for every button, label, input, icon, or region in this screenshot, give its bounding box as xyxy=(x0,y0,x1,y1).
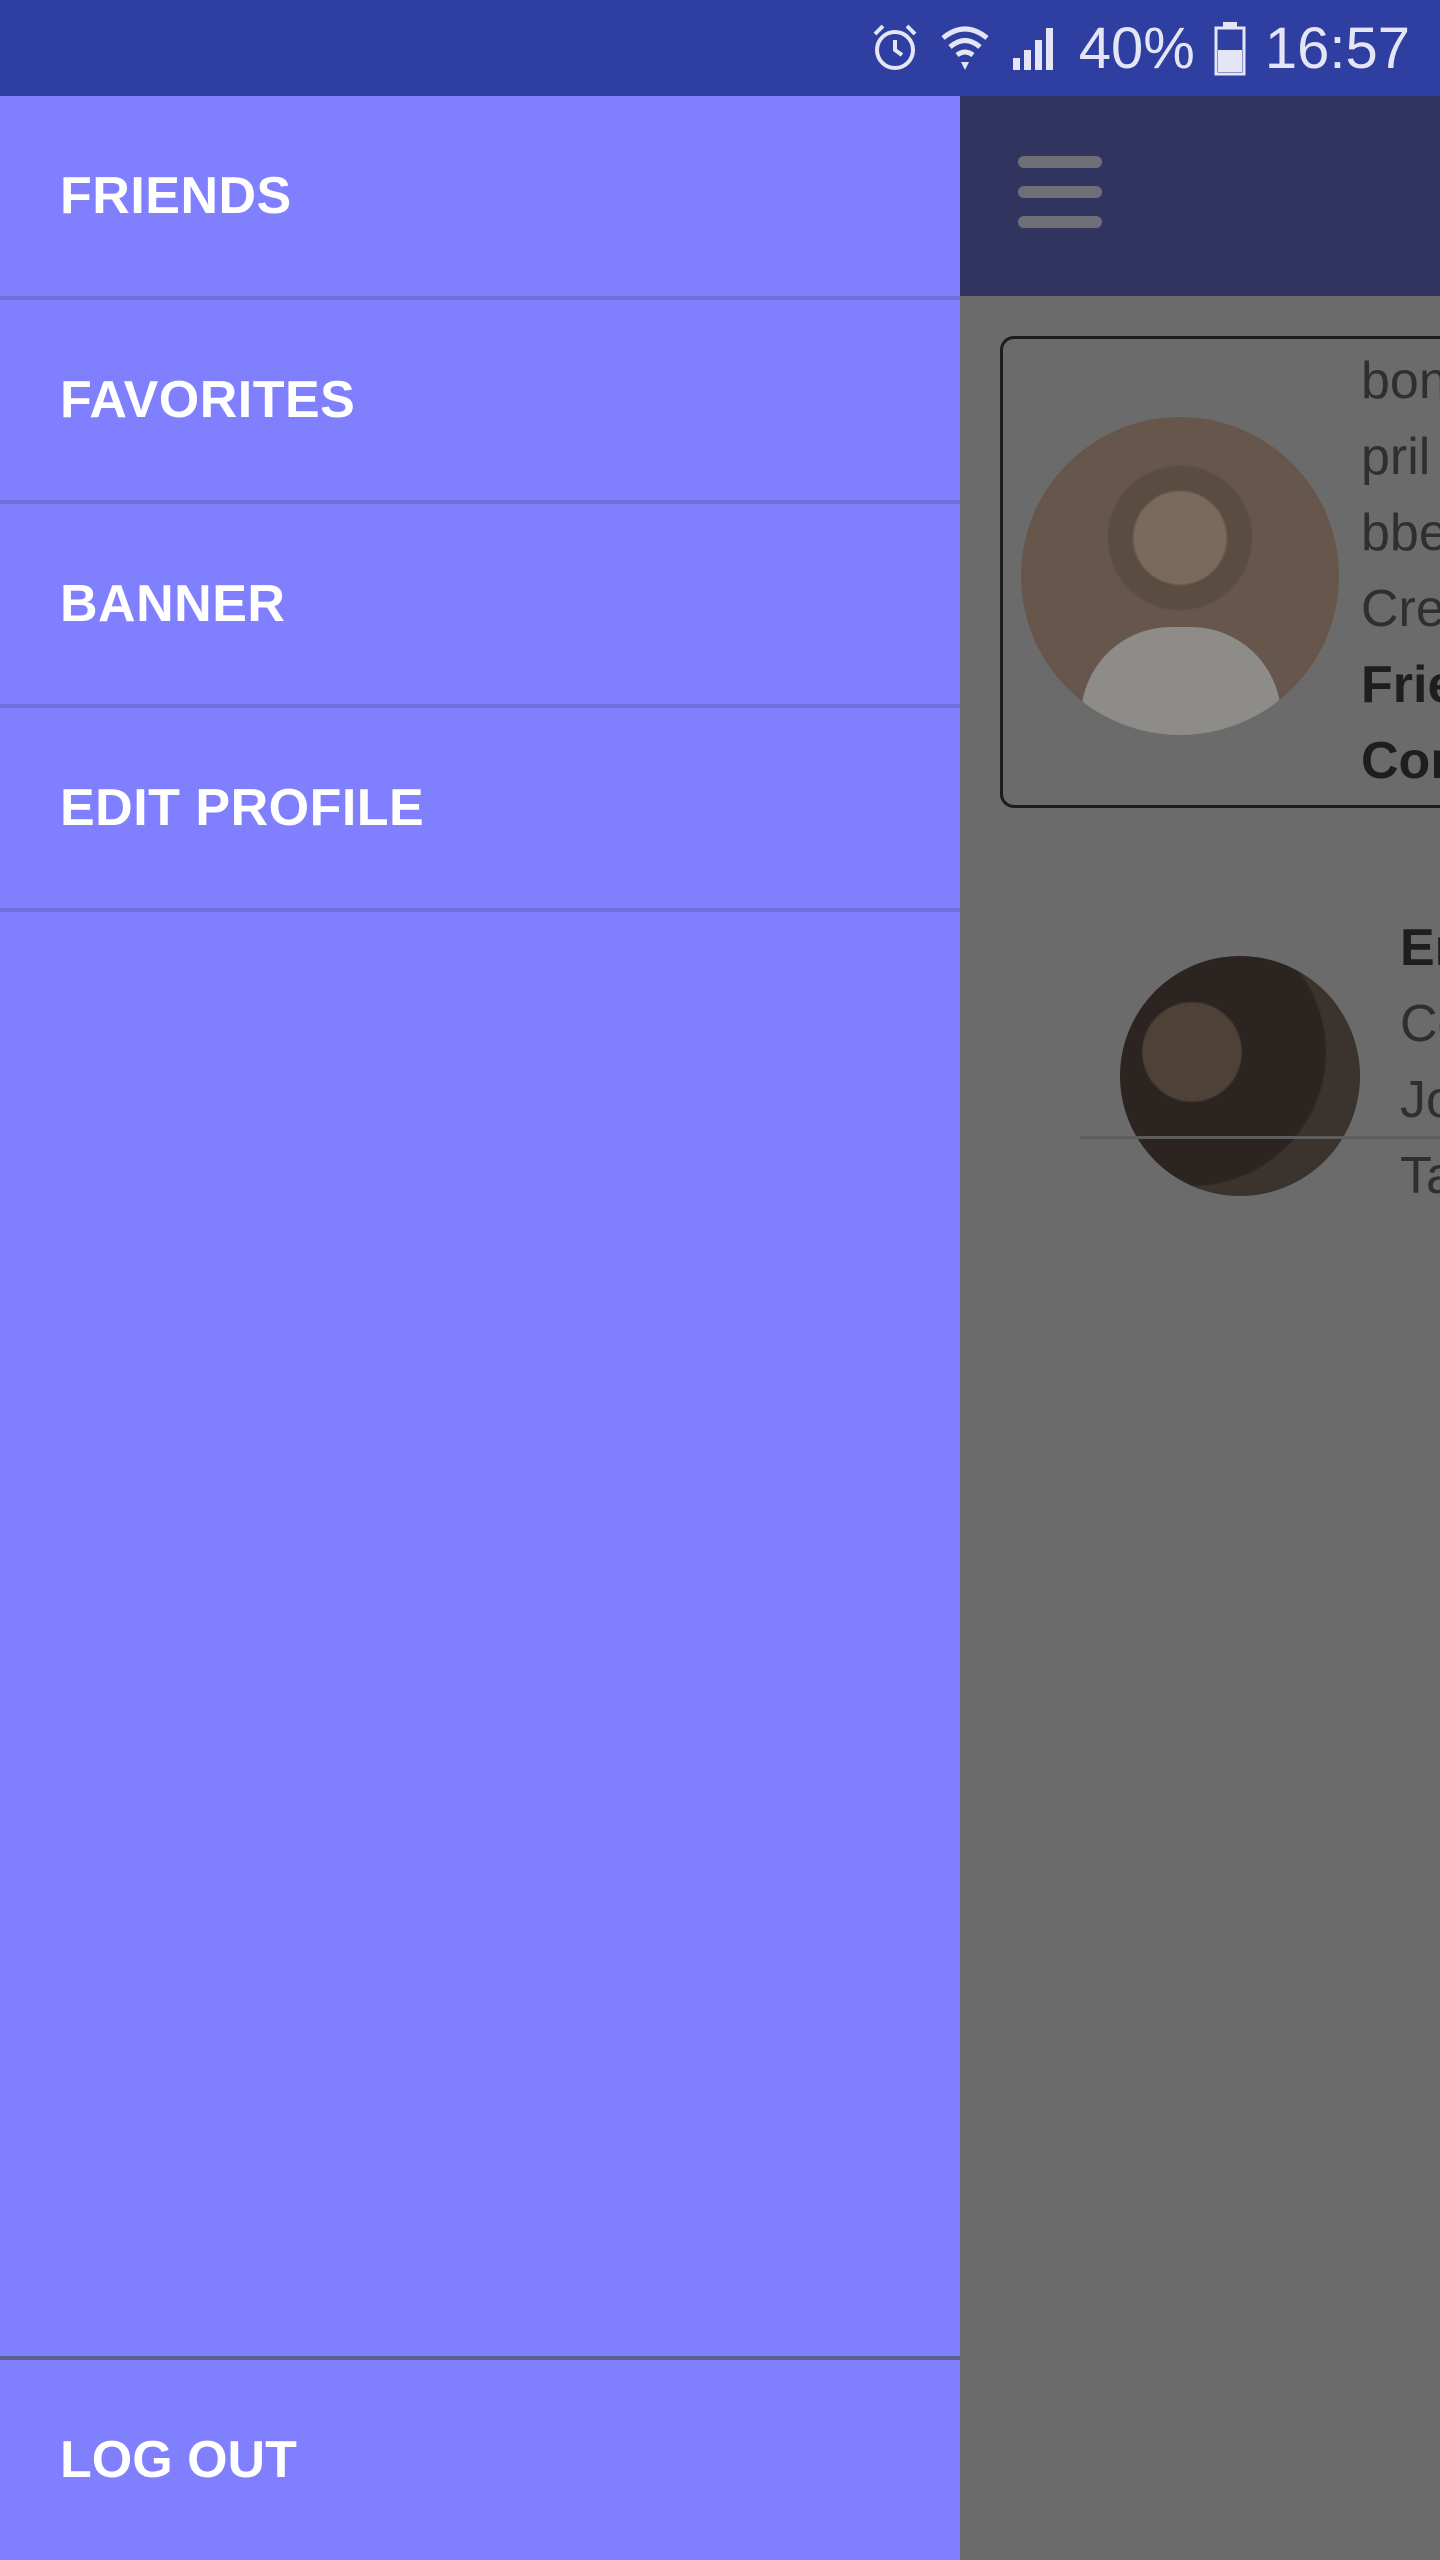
profile-card[interactable]: bon pril bbe Cre Frie Cor xyxy=(1000,336,1440,808)
battery-percent: 40% xyxy=(1078,15,1195,81)
drawer-item-label: EDIT PROFILE xyxy=(60,779,425,837)
navigation-drawer: FRIENDS FAVORITES BANNER EDIT PROFILE LO… xyxy=(0,96,960,2560)
drawer-item-banner[interactable]: BANNER xyxy=(0,504,960,708)
drawer-item-label: FRIENDS xyxy=(60,167,292,225)
menu-icon[interactable] xyxy=(1018,156,1102,236)
profile-line: Cre xyxy=(1361,580,1440,638)
signal-icon xyxy=(1009,22,1061,74)
logout-label: LOG OUT xyxy=(60,2431,297,2489)
friend-line-bold: Er xyxy=(1400,919,1440,977)
drawer-item-edit-profile[interactable]: EDIT PROFILE xyxy=(0,708,960,912)
drawer-item-label: BANNER xyxy=(60,575,286,633)
avatar xyxy=(1021,417,1339,735)
profile-line-bold: Frie xyxy=(1361,656,1440,714)
status-bar: 40% 16:57 xyxy=(0,0,1440,96)
profile-line: bon xyxy=(1361,352,1440,410)
profile-card-text: bon pril bbe Cre Frie Cor xyxy=(1361,343,1440,799)
profile-line: pril xyxy=(1361,428,1431,486)
list-item[interactable] xyxy=(1080,826,1440,1196)
profile-line: bbe xyxy=(1361,504,1440,562)
divider xyxy=(1080,1136,1440,1139)
drawer-item-label: FAVORITES xyxy=(60,371,356,429)
drawer-item-friends[interactable]: FRIENDS xyxy=(0,96,960,300)
avatar xyxy=(1120,956,1360,1196)
battery-icon xyxy=(1213,20,1247,76)
profile-line-bold: Cor xyxy=(1361,732,1440,790)
drawer-item-favorites[interactable]: FAVORITES xyxy=(0,300,960,504)
logout-button[interactable]: LOG OUT xyxy=(0,2360,960,2560)
friend-row-text: Er Co Jo Ta xyxy=(1400,910,1440,1214)
wifi-icon xyxy=(939,22,991,74)
clock-time: 16:57 xyxy=(1264,15,1410,81)
friend-line: Co xyxy=(1400,995,1440,1053)
alarm-icon xyxy=(869,22,921,74)
friend-line: Ta xyxy=(1400,1147,1440,1205)
friend-line: Jo xyxy=(1400,1071,1440,1129)
